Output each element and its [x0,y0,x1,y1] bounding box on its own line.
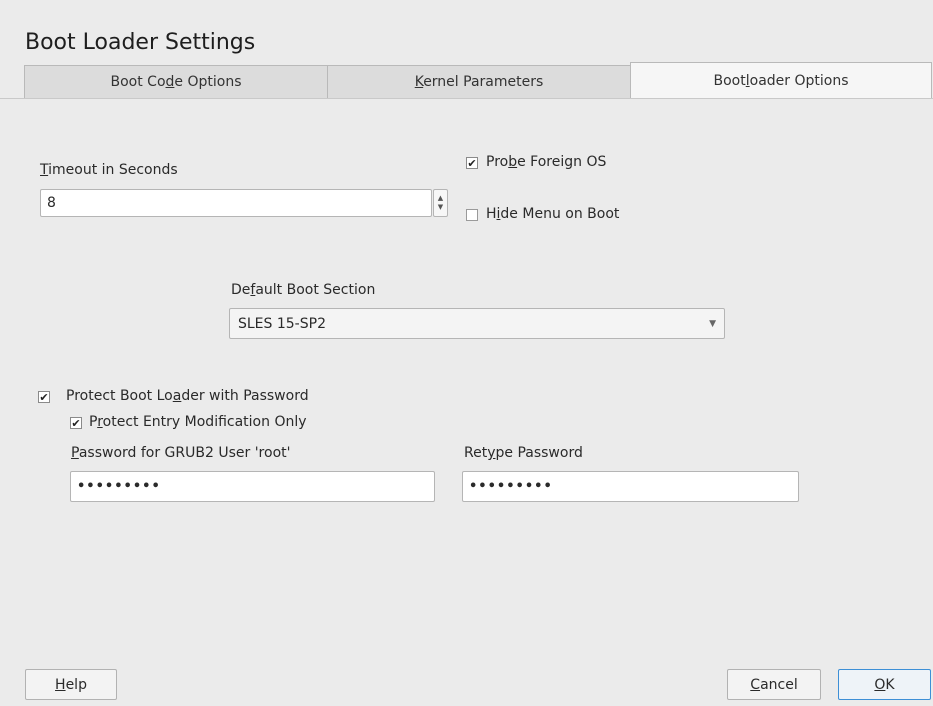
password-input[interactable]: ••••••••• [70,471,435,502]
timeout-input[interactable]: 8 [40,189,432,217]
tab-kernel-parameters[interactable]: Kernel Parameters [327,65,631,98]
spin-down-icon[interactable]: ▼ [438,203,443,212]
tab-bootloader-options[interactable]: Bootloader Options [630,62,932,98]
password-value: ••••••••• [77,479,161,494]
button-label: OK [874,676,895,693]
probe-foreign-os-label[interactable]: Probe Foreign OS [486,154,606,170]
spin-up-icon[interactable]: ▲ [438,194,443,203]
selected-value: SLES 15-SP2 [238,315,326,332]
hide-menu-on-boot-checkbox[interactable] [466,209,478,221]
protect-entry-modification-label[interactable]: Protect Entry Modification Only [89,414,307,430]
retype-password-value: ••••••••• [469,479,553,494]
default-boot-section-label: Default Boot Section [231,282,376,298]
ok-button[interactable]: OK [838,669,931,700]
default-boot-section-select[interactable]: SLES 15-SP2 ▼ [229,308,725,339]
tab-label: Bootloader Options [713,72,849,89]
hide-menu-on-boot-label[interactable]: Hide Menu on Boot [486,206,619,222]
timeout-value: 8 [47,195,56,211]
timeout-spinner[interactable]: ▲ ▼ [433,189,448,217]
probe-foreign-os-checkbox[interactable]: ✔ [466,157,478,169]
tab-boot-code-options[interactable]: Boot Code Options [24,65,328,98]
help-button[interactable]: Help [25,669,117,700]
timeout-label: Timeout in Seconds [40,162,178,178]
chevron-down-icon: ▼ [709,318,716,329]
check-icon: ✔ [467,156,477,170]
retype-password-input[interactable]: ••••••••• [462,471,799,502]
tab-label: Kernel Parameters [414,74,544,90]
check-icon: ✔ [39,390,49,404]
tab-label: Boot Code Options [110,74,242,90]
protect-entry-modification-checkbox[interactable]: ✔ [70,417,82,429]
tab-divider [0,98,933,99]
cancel-button[interactable]: Cancel [727,669,821,700]
protect-boot-loader-label[interactable]: Protect Boot Loader with Password [66,388,309,404]
check-icon: ✔ [71,416,81,430]
button-label: Help [55,676,87,693]
button-label: Cancel [750,676,798,693]
protect-boot-loader-checkbox[interactable]: ✔ [38,391,50,403]
window-title: Boot Loader Settings [25,30,256,55]
password-label: Password for GRUB2 User 'root' [71,445,291,461]
retype-password-label: Retype Password [464,445,583,461]
